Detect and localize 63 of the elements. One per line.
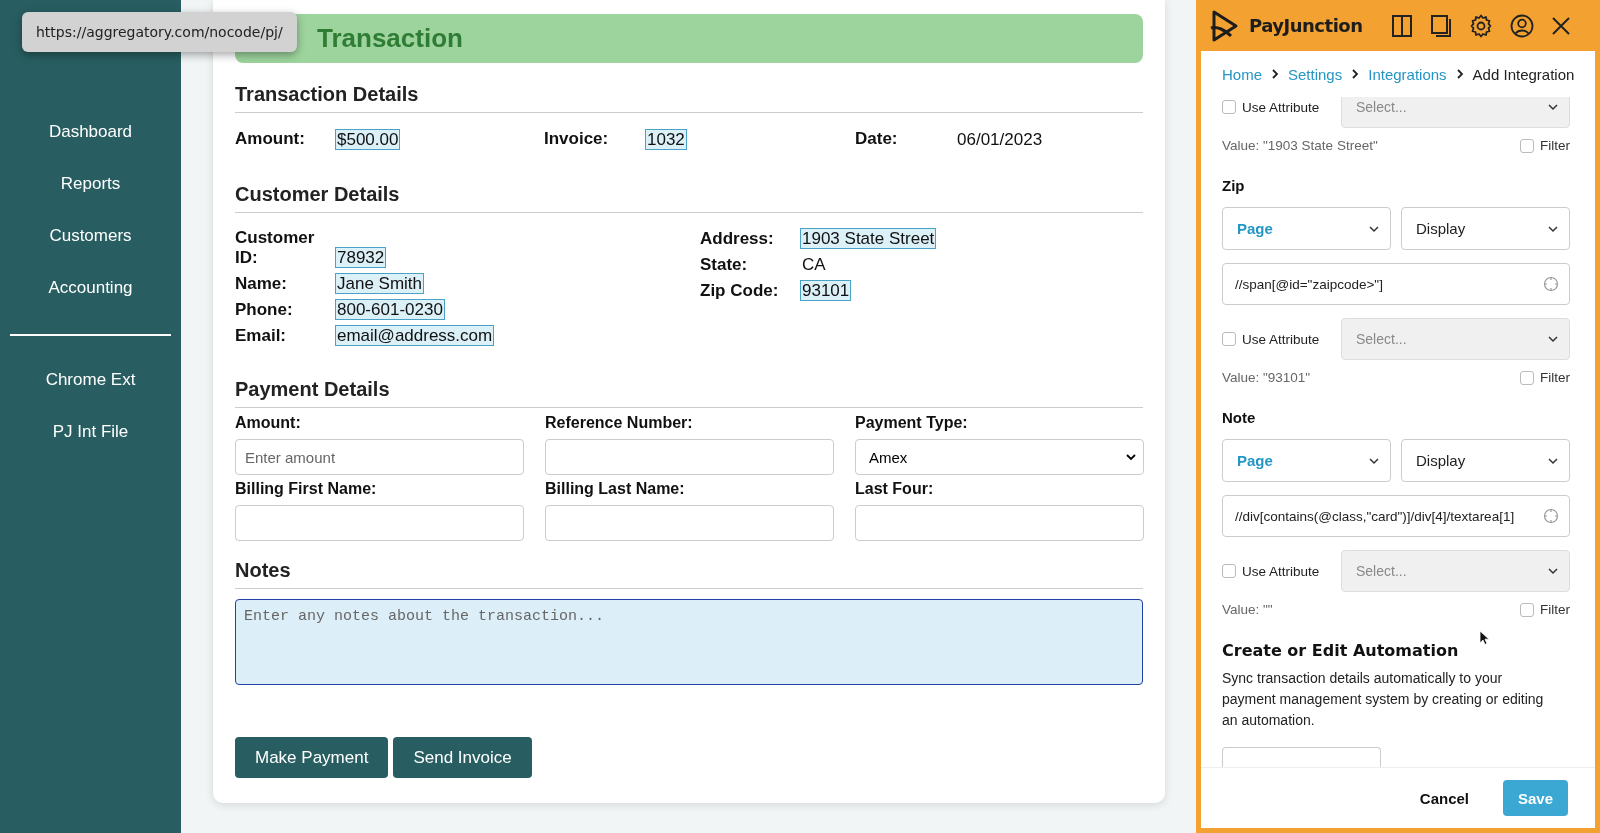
automation-description: Sync transaction details automatically to your payment management system by creating or editing an automation.: [1222, 669, 1545, 730]
page-title: Transaction: [317, 23, 463, 54]
field-label: Amount:: [235, 413, 302, 433]
mapping-title: Note: [1222, 409, 1257, 426]
value-preview: Value: "1903 State Street": [1222, 138, 1378, 153]
input-field[interactable]: Enter amount: [235, 439, 524, 475]
field-label: State:: [700, 255, 749, 275]
field-value: CA: [801, 254, 827, 275]
url-tooltip: https://aggregatory.com/nocode/pj/: [22, 12, 297, 52]
field-value: email@address.com: [335, 325, 495, 346]
action-button[interactable]: Make Payment: [235, 737, 389, 778]
checkbox-label: Use Attribute: [1242, 99, 1320, 115]
field-label: Reference Number:: [545, 413, 694, 433]
field-label: Invoice:: [544, 129, 610, 149]
field-label: Zip Code:: [700, 281, 780, 301]
field-value: 06/01/2023: [956, 128, 1044, 150]
field-label: Email:: [235, 326, 288, 346]
field-label: Address:: [700, 229, 775, 249]
section-heading: Customer Details: [235, 183, 1143, 213]
payment-type-select[interactable]: Amex: [855, 439, 1144, 475]
field-value: 1032: [645, 128, 687, 150]
nav-link[interactable]: Chrome Ext: [45, 368, 136, 392]
xpath-field[interactable]: //span[@id="zaipcode>"]: [1222, 263, 1570, 305]
nav-link[interactable]: Dashboard: [48, 120, 133, 144]
action-button[interactable]: Send Invoice: [393, 737, 532, 778]
nav-link[interactable]: Reports: [60, 172, 121, 196]
field-label: Name:: [235, 274, 288, 294]
nav-link[interactable]: Customers: [49, 224, 132, 248]
xpath-field[interactable]: //div[contains(@class,"card")]/div[4]/textarea[1]: [1222, 495, 1570, 537]
checkbox-label: Use Attribute: [1242, 331, 1320, 347]
field-value: $500.00: [335, 128, 401, 150]
field-value: 800-601-0230: [335, 299, 445, 320]
field-value: Jane Smith: [335, 273, 425, 294]
breadcrumb-current: Add Integration: [1472, 65, 1575, 83]
nav-link[interactable]: Accounting: [48, 276, 133, 300]
mode-select[interactable]: Display: [1401, 207, 1570, 250]
notes-field[interactable]: Enter any notes about the transaction...: [235, 599, 1143, 685]
cancel-button[interactable]: Cancel: [1413, 788, 1475, 808]
mapping-title: Zip: [1222, 177, 1246, 194]
checkbox-label: Filter: [1540, 602, 1570, 617]
value-preview: Value: "": [1222, 602, 1273, 617]
value-preview: Value: "93101": [1222, 370, 1311, 385]
section-heading: Create or Edit Automation: [1222, 641, 1460, 660]
section-heading: Payment Details: [235, 378, 1143, 408]
checkbox-label: Use Attribute: [1242, 563, 1320, 579]
field-value: 93101: [800, 280, 852, 301]
field-label: Phone:: [235, 300, 294, 320]
brand-name: PayJunction: [1249, 15, 1363, 36]
field-value: 78932: [335, 247, 387, 268]
field-value: 1903 State Street: [800, 228, 937, 249]
section-heading: Notes: [235, 559, 1143, 589]
nav-link[interactable]: PJ Int File: [52, 420, 129, 444]
field-label: Customer ID:: [235, 228, 316, 268]
checkbox-label: Filter: [1540, 370, 1570, 385]
section-heading: Transaction Details: [235, 83, 1143, 113]
field-label: Billing Last Name:: [545, 479, 686, 499]
field-label: Payment Type:: [855, 413, 969, 433]
field-label: Amount:: [235, 129, 306, 149]
field-label: Last Four:: [855, 479, 935, 499]
field-label: Date:: [855, 129, 899, 149]
mode-select[interactable]: Display: [1401, 439, 1570, 482]
field-label: Billing First Name:: [235, 479, 378, 499]
checkbox-label: Filter: [1540, 138, 1570, 153]
